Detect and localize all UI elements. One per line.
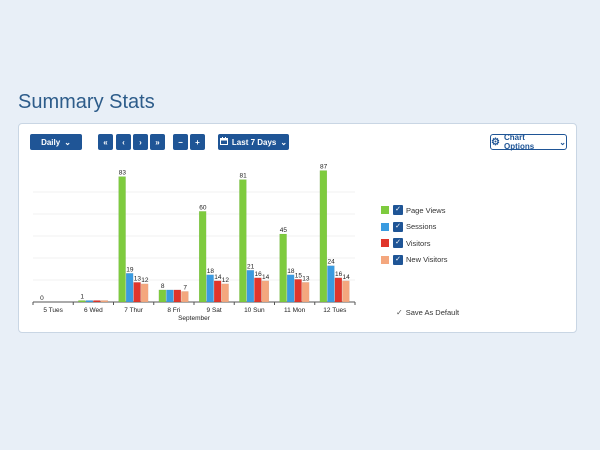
bar [254, 277, 262, 303]
bar [246, 270, 255, 303]
bar [133, 282, 141, 303]
bar [181, 291, 189, 303]
data-label: 16 [255, 271, 263, 278]
legend-item[interactable]: ✓ Page Views [381, 202, 448, 219]
data-label: 81 [240, 173, 248, 180]
bar [261, 280, 270, 303]
summary-stats-panel: Daily ⌄ « ‹ › » − + Last 7 Days ⌄ ⚙ Char… [18, 123, 577, 333]
data-label: 21 [247, 263, 255, 270]
legend-item[interactable]: ✓ New Visitors [381, 252, 448, 269]
data-label: 13 [134, 275, 142, 282]
data-label: 12 [141, 277, 149, 284]
chevron-down-icon: ⌄ [559, 137, 566, 147]
x-tick-label: 12 Tues [323, 307, 347, 314]
data-label: 12 [222, 277, 230, 284]
bar [93, 300, 101, 303]
data-label: 83 [119, 170, 127, 177]
bar [221, 283, 229, 303]
bar [327, 265, 335, 303]
bar [239, 179, 247, 303]
x-tick-label: 5 Tues [43, 307, 63, 314]
bar [279, 233, 287, 303]
legend-label: Page Views [406, 205, 446, 215]
legend-swatch [381, 206, 389, 215]
x-axis-label: September [178, 315, 211, 322]
legend-label: Visitors [406, 238, 431, 248]
x-tick-label: 6 Wed [84, 307, 103, 314]
data-label: 60 [199, 204, 207, 211]
x-tick-label: 9 Sat [207, 307, 222, 314]
data-label: 7 [183, 284, 187, 291]
save-as-default-label: Save As Default [405, 308, 460, 317]
data-label: 14 [262, 274, 270, 281]
x-tick-label: 10 Sun [244, 307, 265, 314]
data-label: 0 [40, 295, 44, 302]
data-label: 1 [80, 293, 84, 300]
legend-swatch [381, 222, 389, 231]
data-label: 16 [335, 271, 343, 278]
bar [294, 279, 302, 303]
data-label: 18 [207, 268, 215, 275]
legend-checkbox[interactable]: ✓ [393, 221, 403, 232]
legend-swatch [381, 239, 389, 248]
bar [118, 176, 126, 303]
data-label: 18 [287, 268, 295, 275]
bar [158, 289, 167, 303]
bar [100, 300, 109, 303]
x-tick-label: 11 Mon [284, 307, 306, 314]
data-label: 87 [320, 164, 328, 171]
bar [85, 300, 94, 303]
legend-checkbox[interactable]: ✓ [393, 238, 403, 249]
data-label: 14 [214, 274, 222, 281]
legend-item[interactable]: ✓ Sessions [381, 219, 448, 236]
gear-icon: ⚙ [491, 136, 500, 148]
bar [213, 280, 222, 303]
data-label: 24 [328, 259, 336, 266]
data-label: 14 [343, 274, 351, 281]
legend-checkbox[interactable]: ✓ [393, 205, 403, 216]
chart-options-button[interactable]: ⚙ Chart Options ⌄ [490, 133, 567, 151]
legend-label: New Visitors [406, 255, 448, 265]
bar [286, 274, 295, 303]
checkmark-icon: ✓ [396, 308, 403, 317]
data-label: 15 [295, 272, 303, 279]
bar [206, 274, 214, 303]
data-label: 19 [126, 266, 134, 273]
bar [166, 289, 174, 303]
bar [301, 282, 310, 303]
bar [198, 211, 207, 303]
bar [342, 280, 350, 303]
page-title: Summary Stats [18, 91, 155, 113]
bar [173, 289, 182, 303]
legend-checkbox[interactable]: ✓ [393, 254, 403, 265]
legend-label: Sessions [406, 222, 437, 232]
save-as-default-toggle[interactable]: ✓ Save As Default [396, 308, 459, 317]
legend-swatch [381, 255, 389, 264]
chart-legend: ✓ Page Views ✓ Sessions ✓ Visitors ✓ New Visito… [381, 202, 448, 268]
bar-chart: 05 Tues16 Wed831913 127 Thur8 78 Fri601814… [32, 164, 356, 322]
data-label: 13 [302, 275, 310, 282]
bar [140, 283, 149, 303]
legend-item[interactable]: ✓ Visitors [381, 235, 448, 252]
x-tick-label: 7 Thur [124, 307, 144, 314]
chart-options-label: Chart Options [503, 133, 535, 151]
bar [78, 300, 86, 303]
x-tick-label: 8 Fri [167, 307, 180, 314]
bar [319, 170, 328, 303]
bar [125, 273, 134, 303]
data-label: 8 [161, 283, 165, 290]
data-label: 45 [280, 227, 288, 234]
bar [334, 277, 343, 303]
